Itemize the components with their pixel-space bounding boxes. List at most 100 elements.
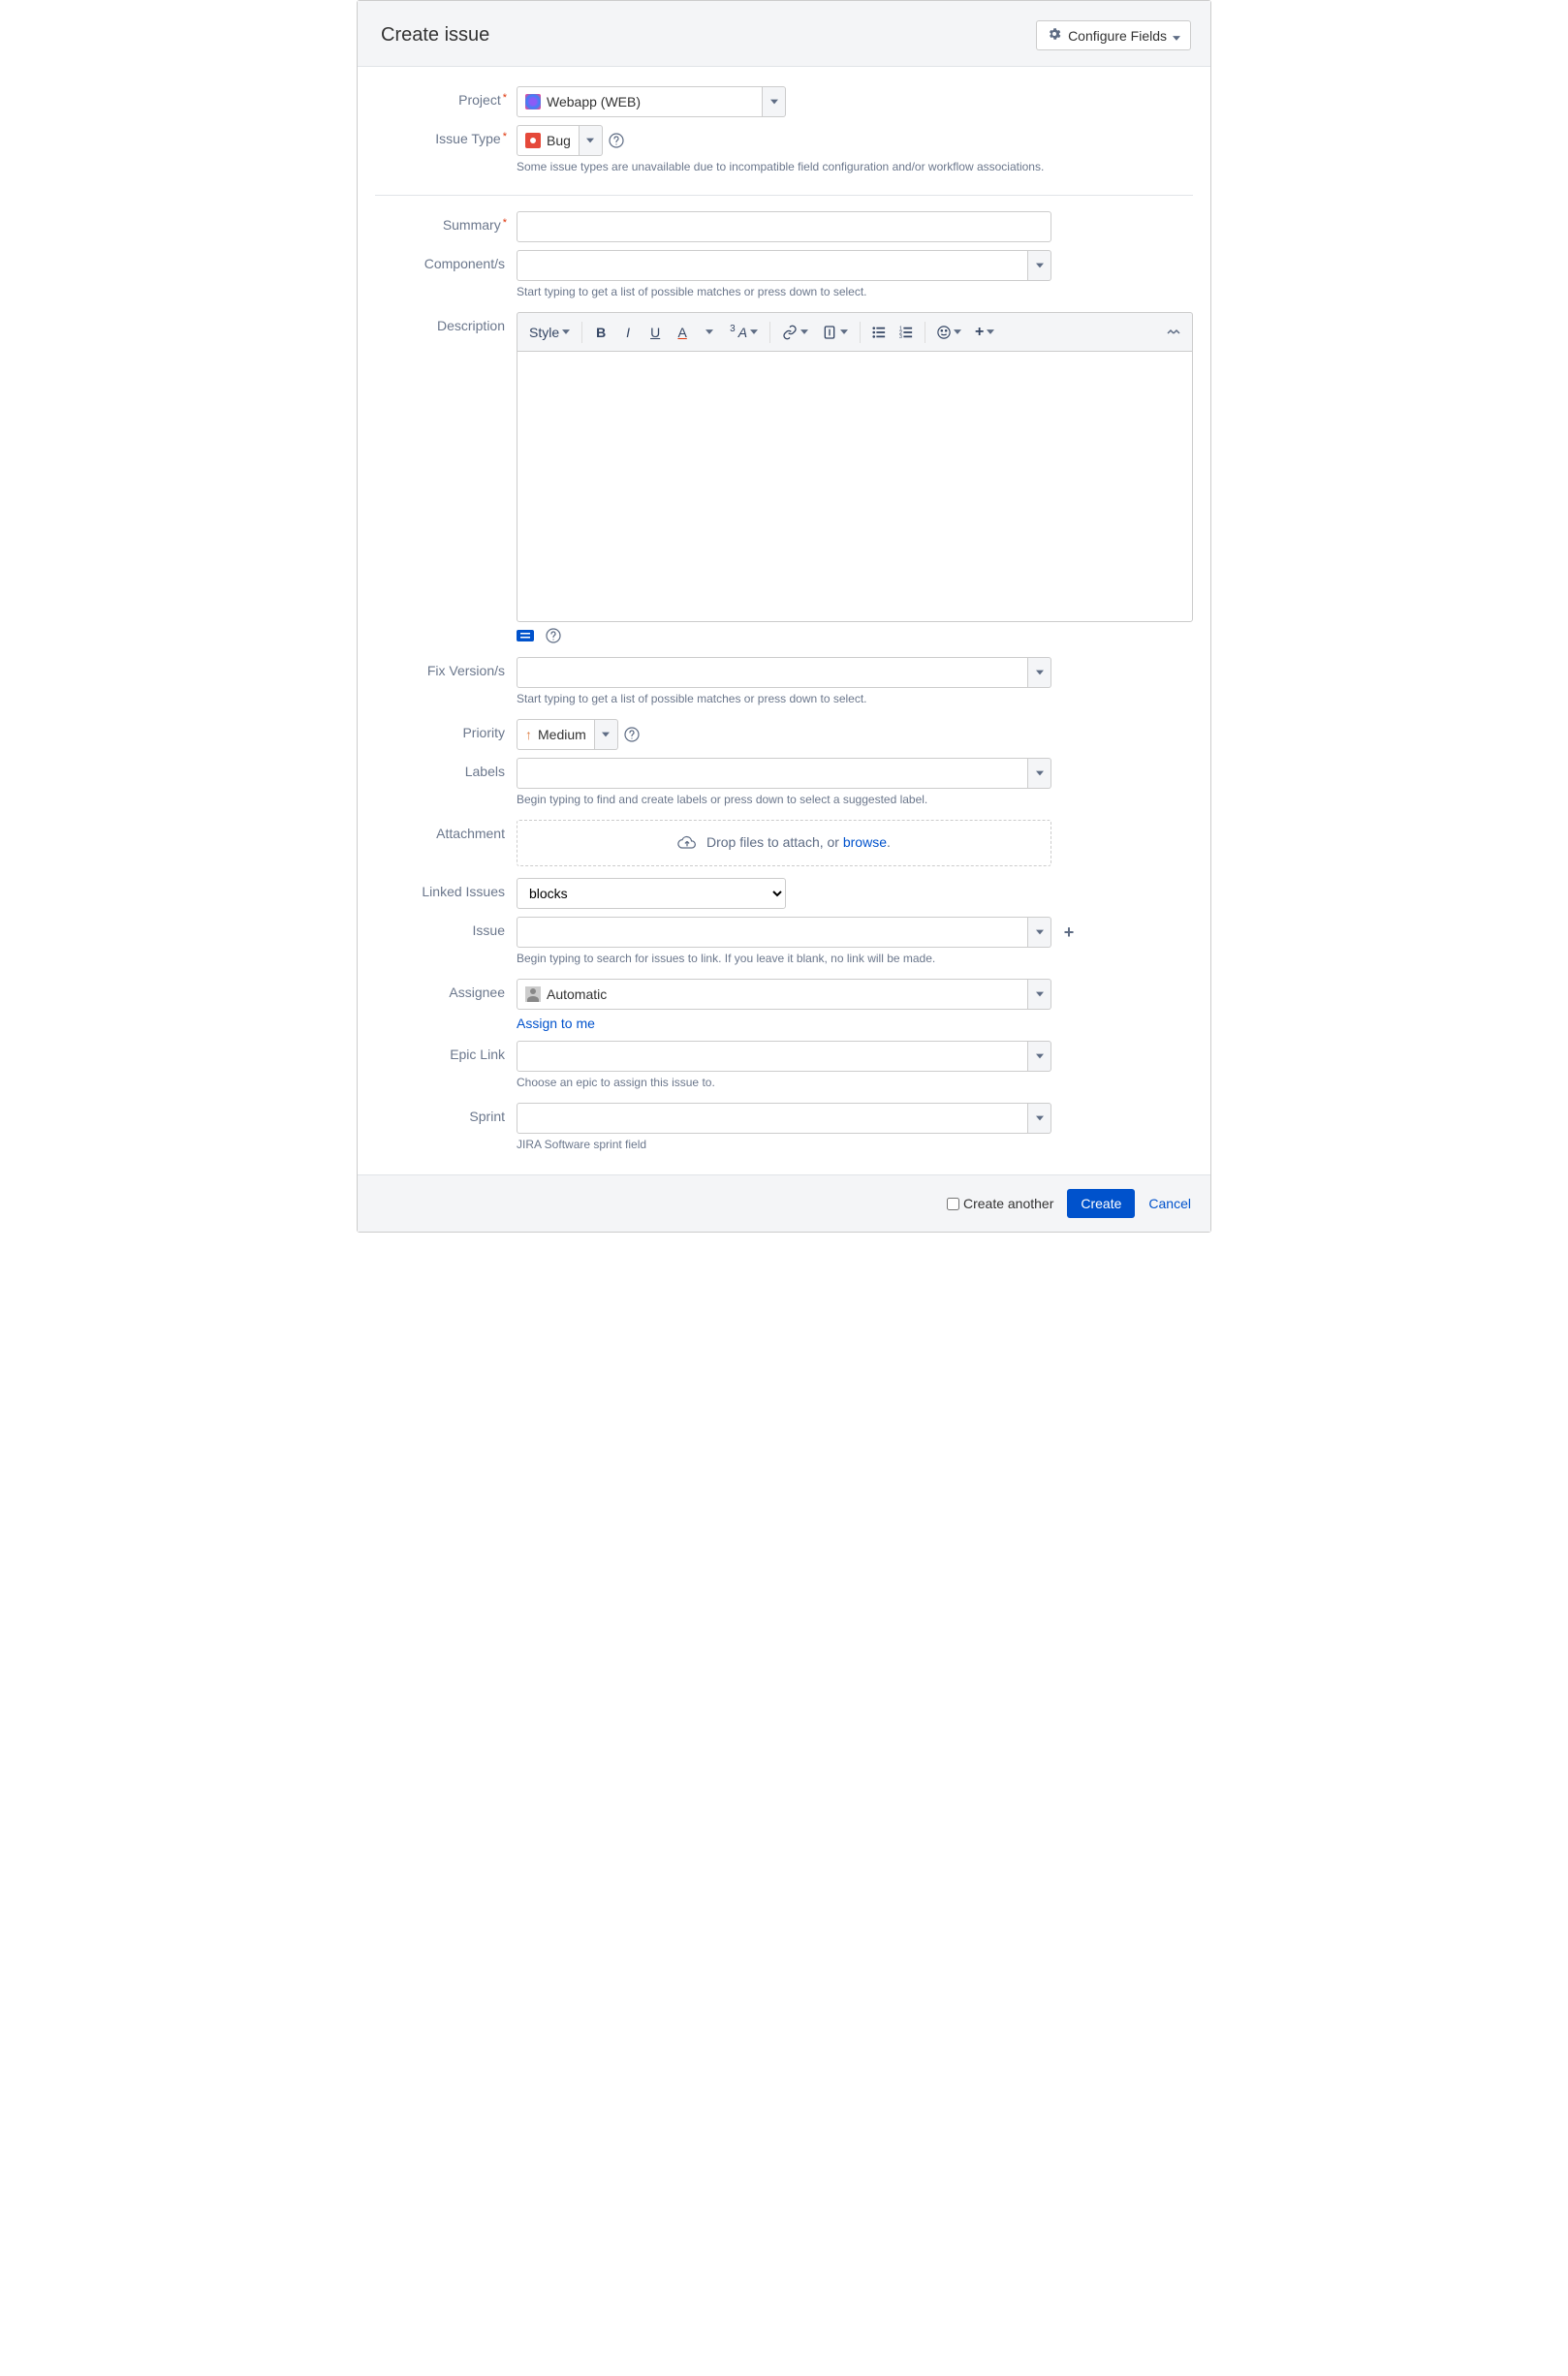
- labels-label: Labels: [375, 758, 517, 812]
- attachment-browse-link[interactable]: browse: [843, 834, 887, 850]
- priority-dropdown-caret[interactable]: [595, 719, 618, 750]
- configure-fields-button[interactable]: Configure Fields: [1036, 20, 1191, 50]
- dialog-header: Create issue Configure Fields: [358, 1, 1210, 67]
- dialog-footer: Create another Create Cancel: [358, 1174, 1210, 1232]
- project-label: Project*: [375, 86, 517, 117]
- sprint-row: Sprint JIRA Software sprint field: [375, 1103, 1193, 1157]
- issue-type-value: Bug: [547, 133, 571, 148]
- emoji-button[interactable]: [931, 319, 967, 346]
- text-color-caret[interactable]: [697, 319, 722, 346]
- labels-helper: Begin typing to find and create labels o…: [517, 793, 1193, 806]
- components-select[interactable]: [517, 250, 1028, 281]
- bug-icon: [525, 133, 541, 148]
- gear-icon: [1047, 26, 1062, 45]
- priority-label: Priority: [375, 719, 517, 750]
- collapse-toolbar-button[interactable]: [1161, 319, 1186, 346]
- cancel-button[interactable]: Cancel: [1148, 1196, 1191, 1211]
- issue-type-row: Issue Type* Bug Some issue types are una…: [375, 125, 1193, 179]
- linked-issues-label: Linked Issues: [375, 878, 517, 909]
- assign-to-me-link[interactable]: Assign to me: [517, 1016, 595, 1031]
- attachment-dropzone[interactable]: Drop files to attach, or browse.: [517, 820, 1051, 866]
- issue-type-select[interactable]: Bug: [517, 125, 580, 156]
- description-row: Description Style B I U A 3A 123: [375, 312, 1193, 643]
- fix-versions-row: Fix Version/s Start typing to get a list…: [375, 657, 1193, 711]
- numbered-list-button[interactable]: 123: [894, 319, 919, 346]
- bold-button[interactable]: B: [588, 319, 613, 346]
- italic-button[interactable]: I: [615, 319, 641, 346]
- project-icon: [525, 94, 541, 109]
- summary-label: Summary*: [375, 211, 517, 242]
- issue-select[interactable]: [517, 917, 1028, 948]
- assignee-row: Assignee Automatic Assign to me: [375, 979, 1193, 1031]
- issue-label: Issue: [375, 917, 517, 971]
- style-dropdown[interactable]: Style: [523, 319, 576, 346]
- issue-row: Issue + Begin typing to search for issue…: [375, 917, 1193, 971]
- project-select[interactable]: Webapp (WEB): [517, 86, 763, 117]
- configure-fields-label: Configure Fields: [1068, 28, 1167, 44]
- issue-type-dropdown-caret[interactable]: [580, 125, 603, 156]
- issue-helper: Begin typing to search for issues to lin…: [517, 952, 1193, 965]
- summary-input[interactable]: [517, 211, 1051, 242]
- fix-versions-select[interactable]: [517, 657, 1028, 688]
- linked-issues-row: Linked Issues blocks: [375, 878, 1193, 909]
- visual-mode-icon[interactable]: [517, 630, 534, 641]
- underline-button[interactable]: U: [643, 319, 668, 346]
- dialog-title: Create issue: [381, 24, 489, 47]
- clear-formatting-button[interactable]: 3A: [724, 319, 764, 346]
- issue-type-help-icon[interactable]: [609, 133, 624, 148]
- linked-issues-select[interactable]: blocks: [517, 878, 786, 909]
- chevron-down-icon: [1173, 28, 1180, 44]
- add-linked-issue-button[interactable]: +: [1059, 922, 1079, 942]
- form-body: Project* Webapp (WEB) Issue Type*: [358, 67, 1210, 1174]
- create-another-checkbox[interactable]: [947, 1198, 959, 1210]
- labels-dropdown-caret[interactable]: [1028, 758, 1051, 789]
- components-dropdown-caret[interactable]: [1028, 250, 1051, 281]
- epic-link-select[interactable]: [517, 1041, 1028, 1072]
- priority-select[interactable]: ↑ Medium: [517, 719, 595, 750]
- sprint-dropdown-caret[interactable]: [1028, 1103, 1051, 1134]
- svg-text:3: 3: [899, 334, 902, 339]
- fix-versions-dropdown-caret[interactable]: [1028, 657, 1051, 688]
- assignee-value: Automatic: [547, 986, 607, 1002]
- project-dropdown-caret[interactable]: [763, 86, 786, 117]
- assignee-select[interactable]: Automatic: [517, 979, 1028, 1010]
- sprint-helper: JIRA Software sprint field: [517, 1138, 1193, 1151]
- issue-type-helper: Some issue types are unavailable due to …: [517, 160, 1193, 173]
- description-label: Description: [375, 312, 517, 643]
- labels-row: Labels Begin typing to find and create l…: [375, 758, 1193, 812]
- epic-link-label: Epic Link: [375, 1041, 517, 1095]
- components-row: Component/s Start typing to get a list o…: [375, 250, 1193, 304]
- issue-dropdown-caret[interactable]: [1028, 917, 1051, 948]
- create-another-label[interactable]: Create another: [947, 1196, 1053, 1211]
- components-label: Component/s: [375, 250, 517, 304]
- insert-more-button[interactable]: +: [969, 319, 1000, 346]
- epic-link-dropdown-caret[interactable]: [1028, 1041, 1051, 1072]
- fix-versions-helper: Start typing to get a list of possible m…: [517, 692, 1193, 705]
- priority-help-icon[interactable]: [624, 727, 640, 742]
- text-color-button[interactable]: A: [670, 319, 695, 346]
- create-issue-dialog: Create issue Configure Fields Project* W…: [357, 0, 1211, 1233]
- editor-help-icon[interactable]: [546, 628, 561, 643]
- assignee-dropdown-caret[interactable]: [1028, 979, 1051, 1010]
- section-divider: [375, 195, 1193, 196]
- attachment-row: Attachment Drop files to attach, or brow…: [375, 820, 1193, 866]
- attachment-drop-text: Drop files to attach, or: [706, 834, 843, 850]
- sprint-label: Sprint: [375, 1103, 517, 1157]
- epic-link-row: Epic Link Choose an epic to assign this …: [375, 1041, 1193, 1095]
- link-button[interactable]: [776, 319, 814, 346]
- user-icon: [525, 986, 541, 1002]
- priority-value: Medium: [538, 727, 586, 742]
- priority-medium-icon: ↑: [525, 727, 532, 742]
- labels-select[interactable]: [517, 758, 1028, 789]
- sprint-select[interactable]: [517, 1103, 1028, 1134]
- assignee-label: Assignee: [375, 979, 517, 1031]
- create-button[interactable]: Create: [1067, 1189, 1135, 1218]
- description-editor[interactable]: [517, 351, 1193, 622]
- epic-link-helper: Choose an epic to assign this issue to.: [517, 1076, 1193, 1089]
- components-helper: Start typing to get a list of possible m…: [517, 285, 1193, 298]
- fix-versions-label: Fix Version/s: [375, 657, 517, 711]
- bullet-list-button[interactable]: [866, 319, 892, 346]
- summary-row: Summary*: [375, 211, 1193, 242]
- attachment-button[interactable]: [816, 319, 854, 346]
- project-value: Webapp (WEB): [547, 94, 641, 109]
